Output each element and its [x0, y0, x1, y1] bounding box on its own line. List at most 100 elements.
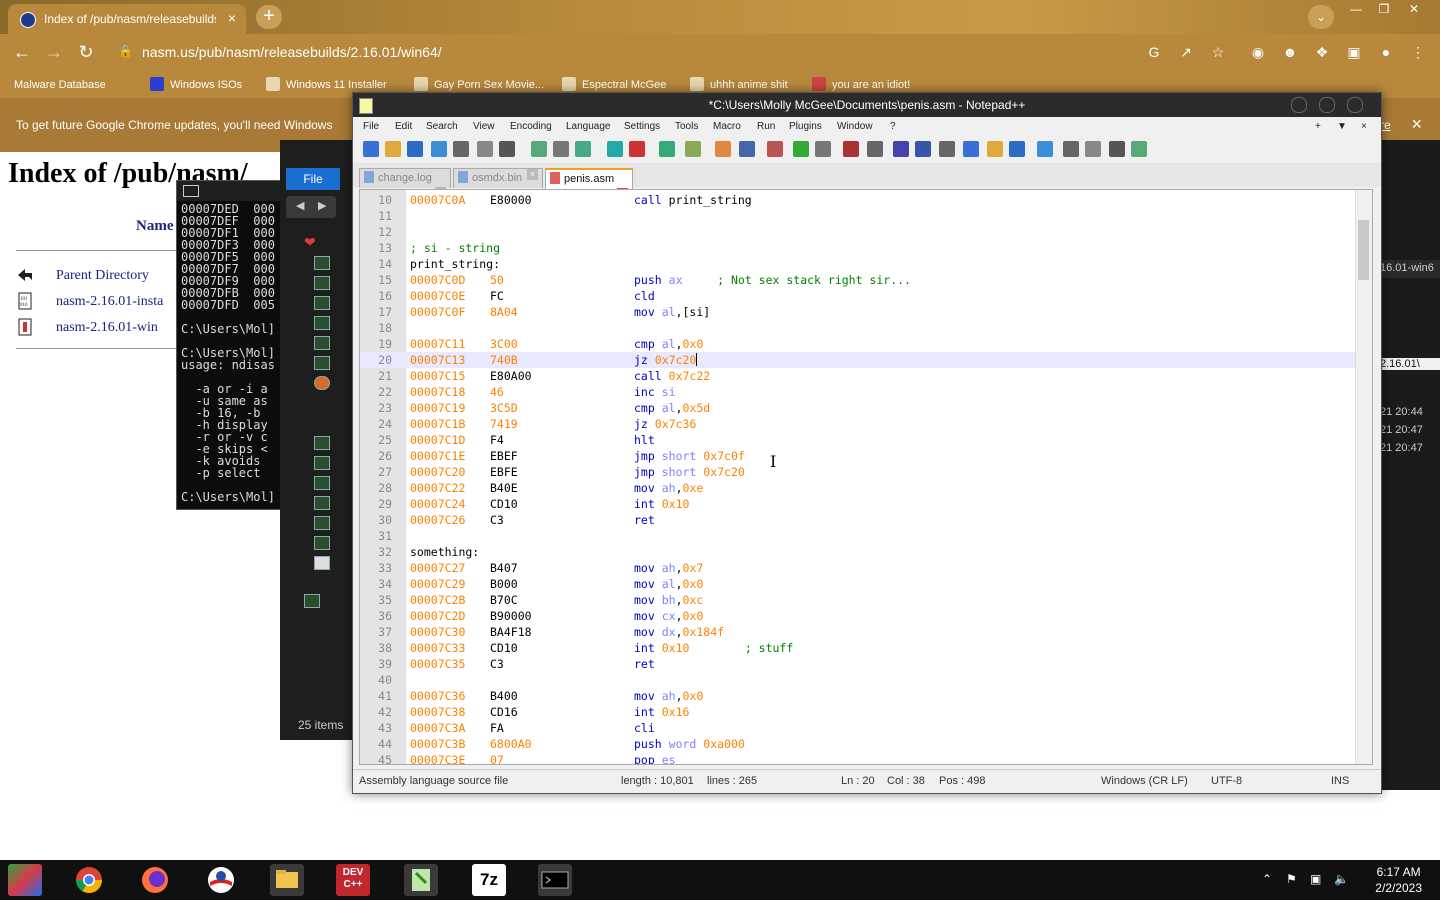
profile-icon[interactable]: ● — [1376, 42, 1396, 62]
nav-forward-icon[interactable]: ▶ — [318, 199, 326, 212]
toolbar-button-icon[interactable] — [843, 141, 859, 157]
toolbar-button-icon[interactable] — [363, 141, 379, 157]
toolbar-button-icon[interactable] — [477, 141, 493, 157]
file-explorer-app-icon[interactable] — [270, 864, 304, 896]
folder-icon[interactable] — [314, 336, 330, 350]
google-icon[interactable]: G — [1144, 42, 1164, 62]
npp-close-icon[interactable] — [1347, 97, 1363, 113]
bookmark-anime[interactable]: uhhh anime shit — [690, 77, 788, 91]
code-line[interactable]: 35 00007C2B B70C mov bh,0xc — [360, 592, 1356, 608]
toolbar-button-icon[interactable] — [553, 141, 569, 157]
gallery-app-icon[interactable] — [8, 864, 42, 896]
folder-icon[interactable] — [314, 356, 330, 370]
code-line[interactable]: 42 00007C38 CD16 int 0x16 — [360, 704, 1356, 720]
toolbar-button-icon[interactable] — [1037, 141, 1053, 157]
toolbar-button-icon[interactable] — [607, 141, 623, 157]
code-line[interactable]: 27 00007C20 EBFE jmp short 0x7c20 — [360, 464, 1356, 480]
scroll-thumb[interactable] — [1358, 220, 1369, 280]
dev-cpp-app-icon[interactable]: DEV C++ — [336, 864, 370, 896]
code-line[interactable]: 20 00007C13 740B jz 0x7c20 — [360, 352, 1356, 368]
menu-view[interactable]: View — [473, 121, 495, 132]
npp-maximize-icon[interactable] — [1319, 97, 1335, 113]
folder-icon[interactable] — [314, 496, 330, 510]
minimize-icon[interactable]: — — [1342, 0, 1370, 20]
menu-edit[interactable]: Edit — [395, 121, 412, 132]
code-line[interactable]: 26 00007C1E EBEF jmp short 0x7c0f — [360, 448, 1356, 464]
recent-icon[interactable] — [314, 376, 330, 390]
bookmark-windows-11-installer[interactable]: Windows 11 Installer — [266, 77, 387, 91]
toolbar-button-icon[interactable] — [915, 141, 931, 157]
share-icon[interactable]: ↗ — [1176, 42, 1196, 62]
menu-language[interactable]: Language — [566, 121, 611, 132]
code-line[interactable]: 22 00007C18 46 inc si — [360, 384, 1356, 400]
folder-icon[interactable] — [314, 536, 330, 550]
code-line[interactable]: 33 00007C27 B407 mov ah,0x7 — [360, 560, 1356, 576]
vertical-scrollbar[interactable] — [1355, 190, 1372, 764]
code-line[interactable]: 45 00007C3E 07 pop es — [360, 752, 1356, 764]
code-editor[interactable]: 10 00007C0A E80000 call print_string 11 12 13;… — [359, 189, 1373, 765]
terminal-app-icon[interactable] — [538, 864, 572, 896]
chrome-app-icon[interactable] — [72, 864, 106, 896]
doc-add-icon[interactable]: + — [1315, 121, 1321, 132]
notepadpp-app-icon[interactable] — [404, 864, 438, 896]
folder-icon[interactable] — [314, 516, 330, 530]
menu-kebab-icon[interactable]: ⋮ — [1408, 42, 1428, 62]
back-icon[interactable]: ← — [10, 40, 34, 64]
side-panel-icon[interactable]: ▣ — [1344, 42, 1364, 62]
toolbar-button-icon[interactable] — [453, 141, 469, 157]
bookmark-windows-isos[interactable]: Windows ISOs — [150, 77, 242, 91]
code-line[interactable]: 31 — [360, 528, 1356, 544]
folder-icon[interactable] — [314, 436, 330, 450]
menu-search[interactable]: Search — [426, 121, 458, 132]
toolbar-button-icon[interactable] — [815, 141, 831, 157]
column-header-name[interactable]: Name — [136, 218, 174, 235]
menu-run[interactable]: Run — [757, 121, 775, 132]
explorer-nav-buttons[interactable]: ◀ ▶ — [286, 196, 336, 218]
code-line[interactable]: 39 00007C35 C3 ret — [360, 656, 1356, 672]
address-bar[interactable]: 🔒 nasm.us/pub/nasm/releasebuilds/2.16.01… — [108, 39, 1208, 65]
npp-minimize-icon[interactable] — [1291, 97, 1307, 113]
tray-overflow-icon[interactable]: ⌃ — [1262, 872, 1272, 886]
code-line[interactable]: 41 00007C36 B400 mov ah,0x0 — [360, 688, 1356, 704]
tab-search-button[interactable]: ⌄ — [1308, 5, 1334, 29]
tray-volume-icon[interactable]: 🔈 — [1334, 872, 1349, 886]
forward-icon[interactable]: → — [42, 40, 66, 64]
folder-icon[interactable] — [314, 476, 330, 490]
folder-icon[interactable] — [314, 296, 330, 310]
toolbar-button-icon[interactable] — [739, 141, 755, 157]
menu-macro[interactable]: Macro — [713, 121, 741, 132]
nav-back-icon[interactable]: ◀ — [296, 199, 304, 212]
code-line[interactable]: 37 00007C30 BA4F18 mov dx,0x184f — [360, 624, 1356, 640]
code-line[interactable]: 43 00007C3A FA cli — [360, 720, 1356, 736]
toolbar-button-icon[interactable] — [431, 141, 447, 157]
code-line[interactable]: 12 — [360, 224, 1356, 240]
toolbar-button-icon[interactable] — [1009, 141, 1025, 157]
code-line[interactable]: 28 00007C22 B40E mov ah,0xe — [360, 480, 1356, 496]
toolbar-button-icon[interactable] — [963, 141, 979, 157]
extension-flag-icon[interactable]: ◉ — [1248, 42, 1268, 62]
bookmark-idiot[interactable]: you are an idiot! — [812, 77, 910, 91]
toolbar-button-icon[interactable] — [385, 141, 401, 157]
bookmark-malware-database[interactable]: Malware Database — [14, 77, 106, 91]
menu-window[interactable]: Window — [837, 121, 873, 132]
code-line[interactable]: 25 00007C1D F4 hlt — [360, 432, 1356, 448]
toolbar-button-icon[interactable] — [939, 141, 955, 157]
code-line[interactable]: 19 00007C11 3C00 cmp al,0x0 — [360, 336, 1356, 352]
folder-icon[interactable] — [314, 256, 330, 270]
bookmark-movie[interactable]: Gay Porn Sex Movie... — [414, 77, 544, 91]
code-line[interactable]: 32 something: — [360, 544, 1356, 560]
network-icon[interactable] — [304, 594, 320, 608]
toolbar-button-icon[interactable] — [1109, 141, 1125, 157]
bookmark-star-icon[interactable]: ☆ — [1208, 42, 1228, 62]
toolbar-button-icon[interactable] — [767, 141, 783, 157]
folder-icon[interactable] — [314, 456, 330, 470]
code-line[interactable]: 30 00007C26 C3 ret — [360, 512, 1356, 528]
code-line[interactable]: 38 00007C33 CD10 int 0x10 ; stuff — [360, 640, 1356, 656]
extension-avatar-icon[interactable]: ☻ — [1280, 42, 1300, 62]
file-tab-osmdx-bin[interactable]: osmdx.bin × — [453, 168, 543, 188]
toolbar-button-icon[interactable] — [793, 141, 809, 157]
menu-file[interactable]: File — [363, 121, 379, 132]
code-line[interactable]: 40 — [360, 672, 1356, 688]
code-line[interactable]: 34 00007C29 B000 mov al,0x0 — [360, 576, 1356, 592]
toolbar-button-icon[interactable] — [867, 141, 883, 157]
